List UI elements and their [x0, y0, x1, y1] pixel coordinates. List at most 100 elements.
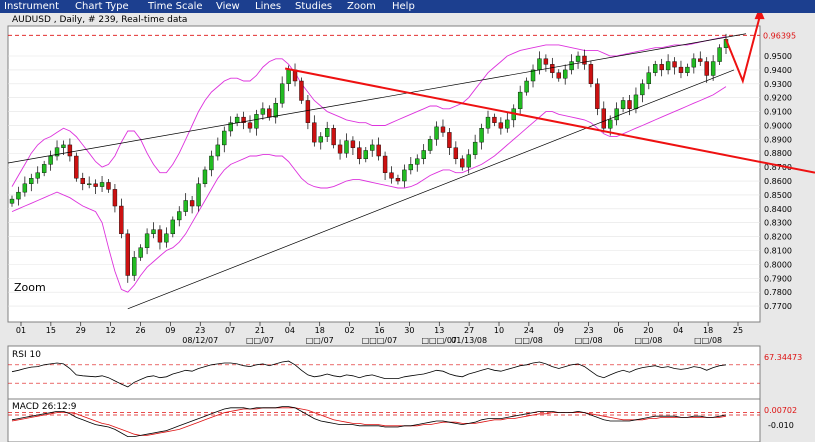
date-tick-label: 23 [584, 326, 594, 335]
candle-body [164, 233, 169, 243]
candle-body [80, 178, 85, 185]
candle-body [99, 182, 105, 187]
candle-body [177, 211, 182, 221]
date-tick-label: 25 [733, 326, 743, 335]
candle-body [415, 158, 420, 165]
candle-body [112, 189, 118, 207]
candle-body [691, 58, 697, 68]
month-label: □□□/07 [362, 336, 398, 345]
candle-body [376, 144, 381, 157]
candle-body [646, 72, 652, 84]
candle-body [138, 247, 143, 258]
candle-body [286, 69, 291, 84]
price-panel [7, 25, 761, 323]
candle-body [614, 108, 619, 121]
candle-body [395, 178, 401, 182]
price-tick-label: 0.9300 [764, 80, 792, 89]
price-tick-label: 0.8600 [764, 177, 792, 186]
candle-body [595, 83, 600, 109]
menu-time-scale[interactable]: Time Scale [148, 0, 203, 13]
candle-body [427, 139, 433, 151]
candle-body [627, 100, 632, 109]
menu-lines[interactable]: Lines [255, 0, 281, 13]
price-tick-label: 0.9500 [764, 52, 792, 61]
candle-body [447, 132, 452, 148]
candle-body [717, 47, 722, 62]
candle-body [620, 100, 626, 109]
candle-body [485, 116, 491, 129]
projection-arrowhead [754, 13, 765, 20]
date-tick-label: 23 [195, 326, 205, 335]
date-tick-label: 26 [135, 326, 145, 335]
menu-chart-type[interactable]: Chart Type [75, 0, 129, 13]
candle-body [453, 147, 459, 160]
menu-help[interactable]: Help [392, 0, 415, 13]
candle-body [16, 191, 21, 200]
price-tick-label: 0.8800 [764, 149, 792, 158]
candle-body [41, 164, 47, 173]
chart-canvas: AUDUSD , Daily, # 239, Real-time data 0.… [7, 13, 815, 442]
chart-title: AUDUSD , Daily, # 239, Real-time data [12, 15, 187, 25]
price-tick-label: 0.8400 [764, 205, 792, 214]
candle-body [324, 128, 330, 137]
candle-body [402, 169, 407, 182]
price-tick-label: 0.8200 [764, 233, 792, 242]
price-tick-label: 0.7900 [764, 274, 792, 283]
candle-body [389, 172, 394, 179]
candle-body [29, 178, 34, 185]
candle-body [67, 144, 73, 157]
candle-body [337, 144, 343, 154]
candle-body [299, 80, 304, 101]
menu-view[interactable]: View [216, 0, 240, 13]
date-tick-label: 30 [404, 326, 414, 335]
candle-body [312, 122, 317, 143]
menu-studies[interactable]: Studies [295, 0, 332, 13]
price-tick-label: 0.7800 [764, 288, 792, 297]
candle-body [48, 155, 53, 165]
candle-body [86, 183, 92, 186]
date-tick-label: 06 [613, 326, 623, 335]
price-tick-label: 0.8300 [764, 219, 792, 228]
candle-body [202, 169, 208, 185]
date-tick-label: 18 [315, 326, 325, 335]
candle-body [157, 229, 163, 243]
price-axis: 0.9500 0.9400 0.9300 0.9200 0.9100 0.9000 0.89… [764, 52, 792, 311]
candle-body [363, 150, 368, 160]
candle-body [132, 257, 137, 276]
candle-body [601, 108, 606, 129]
month-label: □□/08 [515, 336, 543, 345]
candle-body [659, 64, 664, 71]
candle-body [350, 140, 356, 148]
candle-body [550, 64, 555, 73]
macd-low-label: -0.010 [768, 421, 794, 430]
candle-body [9, 198, 15, 204]
menu-instrument[interactable]: Instrument [4, 0, 59, 13]
date-tick-label: 04 [673, 326, 683, 335]
candle-body [144, 233, 150, 248]
month-label: □□/08 [694, 336, 722, 345]
candle-body [170, 219, 176, 235]
date-tick-label: 04 [285, 326, 295, 335]
candle-body [151, 229, 156, 235]
rsi-panel [7, 345, 761, 403]
date-tick-label: 27 [464, 326, 474, 335]
candle-body [382, 155, 388, 173]
macd-value-label: 0.00702 [764, 406, 797, 415]
menu-zoom[interactable]: Zoom [347, 0, 376, 13]
candle-body [505, 119, 510, 129]
date-tick-label: 10 [494, 326, 504, 335]
zoom-label[interactable]: Zoom [14, 281, 46, 294]
date-tick-label: 09 [554, 326, 564, 335]
date-tick-label: 21 [255, 326, 265, 335]
candle-body [608, 119, 613, 129]
candle-body [524, 80, 529, 93]
candle-body [254, 114, 259, 129]
candle-body [640, 83, 645, 96]
candle-body [234, 116, 240, 123]
candle-body [672, 61, 677, 68]
candle-body [665, 61, 671, 71]
date-tick-label: 18 [703, 326, 713, 335]
candle-body [408, 164, 414, 171]
candle-body [582, 55, 587, 65]
date-tick-label: 24 [524, 326, 534, 335]
